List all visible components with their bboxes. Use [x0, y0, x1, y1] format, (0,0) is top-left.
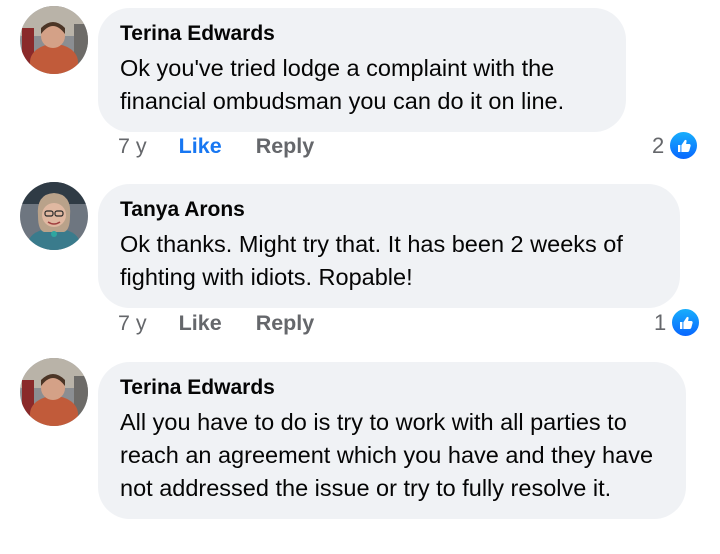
reaction-summary[interactable]: 2: [652, 130, 700, 161]
comment-bubble: Terina Edwards All you have to do is try…: [98, 362, 686, 519]
reaction-count: 2: [652, 132, 665, 158]
avatar-image: [20, 6, 88, 74]
comment-text: Ok you've tried lodge a complaint with t…: [120, 55, 565, 114]
comment-actions: 7 y Like Reply: [118, 133, 314, 159]
comment-author[interactable]: Terina Edwards: [120, 375, 664, 401]
comment-bubble: Terina Edwards Ok you've tried lodge a c…: [98, 8, 626, 132]
avatar-image: [20, 358, 88, 426]
comment-author[interactable]: Tanya Arons: [120, 197, 658, 223]
reply-button[interactable]: Reply: [256, 133, 315, 159]
like-button[interactable]: Like: [179, 310, 222, 336]
comment-text: All you have to do is try to work with a…: [120, 409, 654, 501]
avatar-tanya-arons[interactable]: [20, 182, 88, 250]
reaction-count: 1: [654, 309, 667, 335]
comment-timestamp[interactable]: 7 y: [118, 133, 147, 159]
comment-author[interactable]: Terina Edwards: [120, 21, 604, 47]
thumbs-up-icon: [670, 307, 702, 338]
reply-button[interactable]: Reply: [256, 310, 315, 336]
comment-text: Ok thanks. Might try that. It has been 2…: [120, 231, 623, 290]
like-button[interactable]: Like: [179, 133, 222, 159]
avatar-terina-edwards[interactable]: [20, 6, 88, 74]
comment-bubble: Tanya Arons Ok thanks. Might try that. I…: [98, 184, 680, 308]
comment-actions: 7 y Like Reply: [118, 310, 314, 336]
thumbs-up-icon: [668, 130, 700, 161]
reaction-summary[interactable]: 1: [654, 307, 702, 338]
avatar-terina-edwards[interactable]: [20, 358, 88, 426]
comment-timestamp[interactable]: 7 y: [118, 310, 147, 336]
avatar-image: [20, 182, 88, 250]
